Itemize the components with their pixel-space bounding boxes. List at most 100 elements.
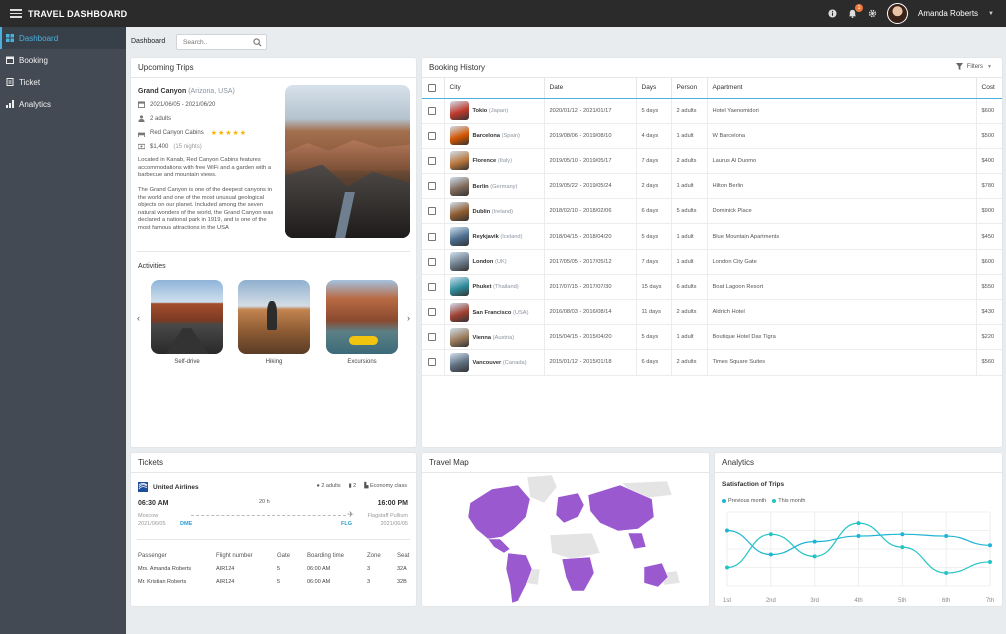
chevron-down-icon[interactable]: ▼ [988, 11, 994, 17]
chevron-left-icon[interactable]: ‹ [137, 313, 140, 323]
ticket-adults-value: 2 adults [321, 483, 341, 489]
col-header-cost[interactable]: Cost [976, 78, 1002, 99]
row-checkbox[interactable] [428, 257, 436, 266]
activity-card-hiking[interactable]: Hiking [238, 280, 310, 365]
data-point[interactable] [900, 532, 905, 537]
city-thumbnail [449, 352, 469, 372]
col-header-days[interactable]: Days [636, 78, 672, 99]
sidebar-item-booking[interactable]: Booking [0, 49, 126, 71]
data-point[interactable] [768, 532, 773, 537]
table-row[interactable]: San Francisco (USA) 2016/08/03 - 2016/08/… [422, 299, 1002, 326]
sidebar-item-label: Dashboard [19, 33, 59, 43]
data-point[interactable] [725, 528, 729, 533]
table-row[interactable]: London (UK) 2017/05/05 - 2017/05/12 7 days… [422, 249, 1002, 275]
row-checkbox[interactable] [428, 232, 436, 241]
row-checkbox[interactable] [428, 156, 436, 165]
col-header-date[interactable]: Date [544, 78, 637, 99]
cost-cell: $450 [976, 223, 1002, 250]
gear-icon[interactable] [867, 9, 877, 19]
legend-item-previous[interactable]: Previous month [722, 498, 766, 504]
select-all-header [422, 78, 445, 99]
table-row[interactable]: Vancouver (Canada) 2015/01/12 - 2015/01/1… [422, 349, 1002, 376]
row-select-cell [422, 349, 445, 376]
row-checkbox[interactable] [428, 308, 436, 317]
upcoming-trips-panel: Upcoming Trips Grand Canyon (Arizona, US… [131, 58, 416, 447]
data-point[interactable] [812, 554, 817, 559]
cost-cell: $500 [976, 123, 1002, 149]
satisfaction-line-chart[interactable]: 1st 2nd 3rd 4th 5th 6th 7th [715, 508, 1002, 606]
data-point[interactable] [988, 543, 992, 548]
cost-cell: $400 [976, 148, 1002, 175]
table-row[interactable]: Dublin (Ireland) 2018/02/10 - 2018/02/06 6… [422, 198, 1002, 225]
activity-card-self-drive[interactable]: Self-drive [151, 280, 223, 365]
world-map[interactable] [422, 473, 709, 606]
map-region-europe [555, 492, 585, 524]
info-icon[interactable] [827, 9, 837, 19]
sidebar-item-label: Booking [19, 55, 48, 65]
sidebar-item-label: Analytics [19, 99, 52, 109]
row-checkbox[interactable] [428, 207, 436, 216]
city-name: Phuket [472, 284, 492, 291]
row-checkbox[interactable] [428, 282, 436, 291]
departure-date: 2021/06/05 [138, 521, 166, 527]
breadcrumb[interactable]: Dashboard [131, 38, 165, 45]
table-row: Mrs. Amanda Roberts AIR124 5 06:00 AM 3 32A [138, 562, 423, 575]
select-all-checkbox[interactable] [428, 83, 436, 92]
data-point[interactable] [768, 552, 773, 557]
chevron-right-icon[interactable]: › [407, 313, 410, 323]
hamburger-menu-icon[interactable] [10, 9, 22, 18]
data-point[interactable] [944, 534, 949, 539]
country-name: (Japan) [488, 108, 509, 115]
row-checkbox[interactable] [428, 182, 436, 191]
trip-description-2: The Grand Canyon is one of the deepest c… [138, 187, 274, 231]
row-checkbox[interactable] [428, 333, 436, 342]
data-point[interactable] [944, 571, 949, 576]
country-name: (Iceland) [500, 234, 523, 241]
row-checkbox[interactable] [428, 106, 436, 115]
city-cell: Berlin (Germany) [444, 173, 545, 200]
data-point[interactable] [856, 521, 861, 526]
table-row[interactable]: Reykjavik (Iceland) 2018/04/15 - 2018/04/… [422, 223, 1002, 250]
sidebar-item-dashboard[interactable]: Dashboard [0, 27, 126, 49]
city-name: Barcelona [472, 133, 501, 140]
legend-item-current[interactable]: This month [772, 498, 805, 504]
col-header-apartment[interactable]: Apartment [707, 78, 977, 99]
row-checkbox[interactable] [428, 131, 436, 140]
table-row[interactable]: Florence (Italy) 2019/05/10 - 2019/05/17 7… [422, 148, 1002, 175]
col-header-person[interactable]: Person [671, 78, 708, 99]
table-row[interactable]: Berlin (Germany) 2019/05/22 - 2019/05/24 2… [422, 173, 1002, 200]
row-select-cell [422, 274, 445, 301]
table-row[interactable]: Phuket (Thailand) 2017/07/15 - 2017/07/30… [422, 274, 1002, 301]
table-row[interactable]: Vienna (Austria) 2015/04/15 - 2015/04/20 5… [422, 324, 1002, 351]
row-select-cell [422, 173, 445, 200]
panel-title: Tickets [131, 453, 416, 473]
cost-cell: $780 [976, 173, 1002, 200]
data-point[interactable] [900, 545, 905, 550]
city-name: Vienna [472, 334, 492, 341]
table-row[interactable]: Barcelona (Spain) 2019/08/06 - 2019/08/10… [422, 123, 1002, 149]
sidebar-item-ticket[interactable]: Ticket [0, 71, 126, 93]
data-point[interactable] [725, 565, 729, 570]
search-box[interactable] [176, 34, 267, 50]
divider [137, 251, 410, 252]
avatar[interactable] [887, 3, 909, 24]
user-name[interactable]: Amanda Roberts [918, 9, 978, 18]
sidebar-item-analytics[interactable]: Analytics [0, 93, 126, 115]
col-header-city[interactable]: City [444, 78, 545, 99]
data-point[interactable] [988, 559, 992, 564]
data-point[interactable] [812, 539, 817, 544]
row-checkbox[interactable] [428, 358, 436, 367]
filters-button[interactable]: Filters ▼ [955, 63, 992, 70]
notification-bell-icon[interactable]: 1 [847, 3, 864, 19]
city-thumbnail [449, 101, 469, 121]
data-point[interactable] [856, 534, 861, 539]
table-row[interactable]: Tokio (Japan) 2020/01/12 - 2021/01/17 5 da… [422, 98, 1002, 124]
search-input[interactable] [183, 38, 253, 46]
activity-card-excursions[interactable]: Excursions [326, 280, 398, 365]
departure-time: 06:30 AM [138, 500, 169, 507]
apartment-cell: London City Gate [707, 249, 977, 275]
search-icon[interactable] [253, 38, 262, 47]
row-select-cell [422, 299, 445, 326]
apartment-cell: Laurus Al Duomo [707, 148, 977, 175]
cell: 5 [277, 578, 281, 585]
